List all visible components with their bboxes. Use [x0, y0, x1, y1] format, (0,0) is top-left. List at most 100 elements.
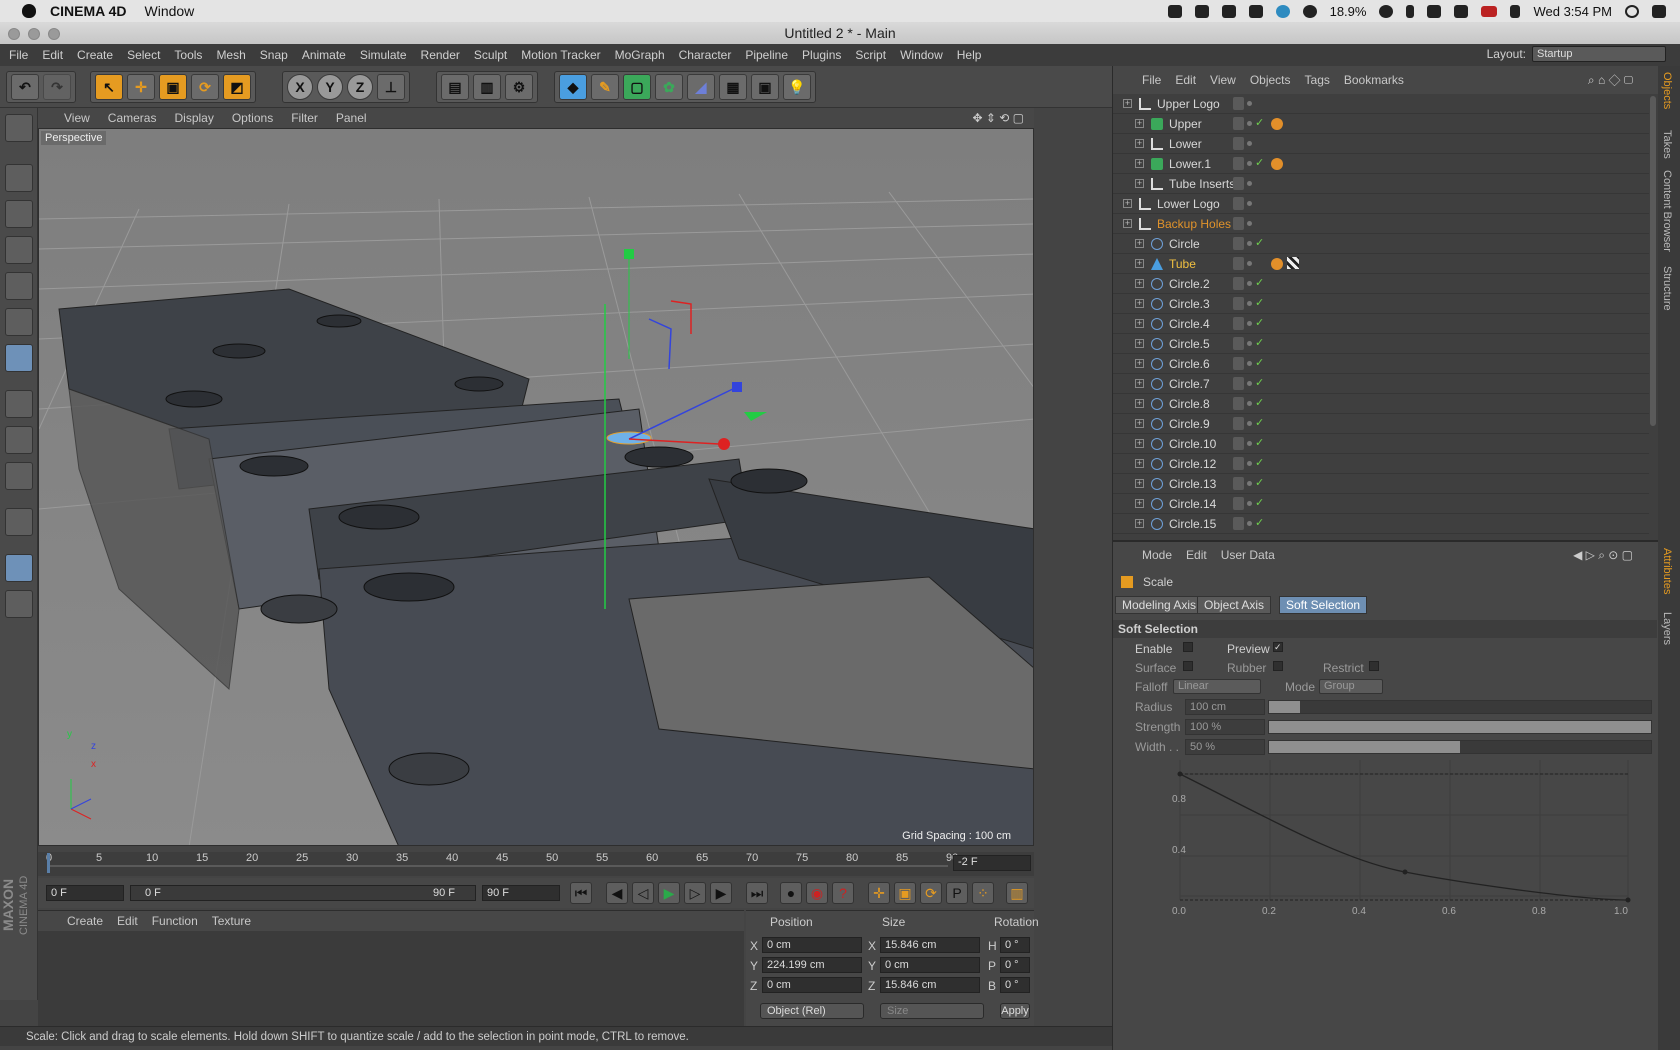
solo-mode-icon[interactable] — [5, 462, 33, 490]
enabled-check-icon[interactable]: ✓ — [1255, 357, 1264, 370]
visibility-dots-icon[interactable] — [1247, 201, 1252, 206]
menu-file[interactable]: File — [0, 48, 35, 62]
enabled-check-icon[interactable]: ✓ — [1255, 437, 1264, 450]
apply-button[interactable]: Apply — [1000, 1003, 1030, 1019]
expand-toggle-icon[interactable]: + — [1135, 239, 1144, 248]
visibility-dots-icon[interactable] — [1247, 401, 1252, 406]
curve-point-start[interactable] — [1177, 771, 1183, 777]
apple-icon[interactable] — [22, 4, 36, 18]
play-icon[interactable]: ▶ — [658, 882, 680, 904]
object-name[interactable]: Lower — [1169, 134, 1202, 154]
menu-help[interactable]: Help — [950, 48, 989, 62]
menu-window[interactable]: Window — [893, 48, 950, 62]
enabled-check-icon[interactable]: ✓ — [1255, 297, 1264, 310]
end-frame-field[interactable]: 90 F — [482, 885, 560, 901]
tab-layers[interactable]: Layers — [1661, 612, 1673, 645]
list-icon[interactable] — [1652, 4, 1666, 18]
start-frame-field[interactable]: 0 F — [46, 885, 124, 901]
layer-flag-icon[interactable] — [1233, 197, 1244, 210]
radius-field[interactable]: 100 cm — [1185, 699, 1265, 715]
object-name[interactable]: Circle.3 — [1169, 294, 1210, 314]
layer-flag-icon[interactable] — [1233, 417, 1244, 430]
layer-flag-icon[interactable] — [1233, 357, 1244, 370]
z-axis-lock[interactable]: Z — [347, 74, 373, 100]
layer-flag-icon[interactable] — [1233, 277, 1244, 290]
deformer-icon[interactable]: ◢ — [687, 74, 715, 100]
undo-icon[interactable]: ↶ — [11, 74, 39, 100]
expand-toggle-icon[interactable]: + — [1135, 519, 1144, 528]
object-row[interactable]: + Circle.5 ✓ — [1113, 334, 1649, 354]
objects-menu-file[interactable]: File — [1135, 73, 1168, 87]
previous-key-icon[interactable]: ◀ — [606, 882, 628, 904]
objects-menu-tags[interactable]: Tags — [1298, 73, 1337, 87]
subdivision-icon[interactable]: ▢ — [623, 74, 651, 100]
radius-slider[interactable] — [1268, 700, 1652, 714]
strength-slider[interactable] — [1268, 720, 1652, 734]
key-scale-icon[interactable]: ▣ — [894, 882, 916, 904]
mode-dropdown[interactable]: Group — [1319, 679, 1383, 694]
expand-toggle-icon[interactable]: + — [1135, 419, 1144, 428]
menu-simulate[interactable]: Simulate — [353, 48, 414, 62]
objects-menu-view[interactable]: View — [1203, 73, 1243, 87]
objects-search-icon[interactable]: ⌕ ⌂ ◇ ▢ — [1581, 73, 1640, 88]
phong-tag-icon[interactable] — [1271, 118, 1283, 130]
layer-flag-icon[interactable] — [1233, 237, 1244, 250]
layout-select[interactable]: Startup — [1532, 46, 1666, 62]
status-icon-5[interactable] — [1275, 4, 1290, 18]
object-row[interactable]: + Circle.3 ✓ — [1113, 294, 1649, 314]
x-axis-lock[interactable]: X — [287, 74, 313, 100]
light-icon[interactable]: 💡 — [783, 74, 811, 100]
menu-mograph[interactable]: MoGraph — [608, 48, 672, 62]
enabled-check-icon[interactable]: ✓ — [1255, 517, 1264, 530]
status-icon-4[interactable] — [1248, 4, 1263, 18]
object-name[interactable]: Circle.15 — [1169, 514, 1216, 534]
visibility-dots-icon[interactable] — [1247, 421, 1252, 426]
expand-toggle-icon[interactable]: + — [1135, 499, 1144, 508]
expand-toggle-icon[interactable]: + — [1135, 259, 1144, 268]
previous-frame-icon[interactable]: ◁ — [632, 882, 654, 904]
object-list-scrollbar[interactable] — [1650, 96, 1656, 426]
object-row[interactable]: + Circle.9 ✓ — [1113, 414, 1649, 434]
menu-snap[interactable]: Snap — [253, 48, 295, 62]
object-row[interactable]: + Circle.10 ✓ — [1113, 434, 1649, 454]
width-slider[interactable] — [1268, 740, 1652, 754]
layer-flag-icon[interactable] — [1233, 457, 1244, 470]
move-tool-icon[interactable]: ✛ — [127, 74, 155, 100]
falloff-curve-graph[interactable]: 0.8 0.4 0.0 0.2 0.4 0.6 0.8 1.0 — [1152, 760, 1642, 920]
expand-toggle-icon[interactable]: + — [1123, 99, 1132, 108]
object-name[interactable]: Circle.4 — [1169, 314, 1210, 334]
tab-object-axis[interactable]: Object Axis — [1197, 596, 1272, 614]
flag-icon[interactable] — [1481, 5, 1498, 17]
object-row[interactable]: + Circle.12 ✓ — [1113, 454, 1649, 474]
expand-toggle-icon[interactable]: + — [1135, 359, 1144, 368]
object-name[interactable]: Upper Logo — [1157, 94, 1220, 114]
texture-mode-icon[interactable] — [5, 200, 33, 228]
expand-toggle-icon[interactable]: + — [1135, 179, 1144, 188]
object-row[interactable]: + Upper ✓ — [1113, 114, 1649, 134]
object-name[interactable]: Circle.8 — [1169, 394, 1210, 414]
y-axis-lock[interactable]: Y — [317, 74, 343, 100]
make-editable-icon[interactable] — [5, 114, 33, 142]
accessibility-icon[interactable] — [1379, 4, 1394, 18]
clock[interactable]: Wed 3:54 PM — [1533, 4, 1612, 19]
render-settings-icon[interactable]: ⚙ — [505, 74, 533, 100]
status-icon-3[interactable] — [1221, 4, 1236, 18]
object-name[interactable]: Circle.10 — [1169, 434, 1216, 454]
object-name[interactable]: Circle.2 — [1169, 274, 1210, 294]
app-menu[interactable]: CINEMA 4D — [50, 3, 127, 19]
object-row[interactable]: + Lower — [1113, 134, 1649, 154]
objects-menu-bookmarks[interactable]: Bookmarks — [1337, 73, 1411, 87]
menu-pipeline[interactable]: Pipeline — [738, 48, 795, 62]
enabled-check-icon[interactable]: ✓ — [1255, 457, 1264, 470]
layer-flag-icon[interactable] — [1233, 377, 1244, 390]
pos-x-field[interactable]: 0 cm — [762, 937, 862, 953]
layer-flag-icon[interactable] — [1233, 217, 1244, 230]
object-row[interactable]: + Upper Logo — [1113, 94, 1649, 114]
enabled-check-icon[interactable]: ✓ — [1255, 377, 1264, 390]
enabled-check-icon[interactable]: ✓ — [1255, 497, 1264, 510]
expand-toggle-icon[interactable]: + — [1135, 479, 1144, 488]
menu-mesh[interactable]: Mesh — [209, 48, 252, 62]
width-field[interactable]: 50 % — [1185, 739, 1265, 755]
object-name[interactable]: Circle.6 — [1169, 354, 1210, 374]
eject-icon[interactable] — [1510, 4, 1521, 18]
